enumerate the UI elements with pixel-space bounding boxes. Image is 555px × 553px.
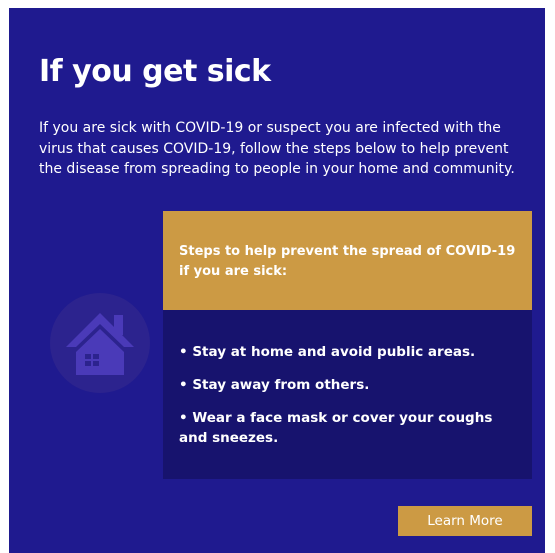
list-item: • Stay at home and avoid public areas. xyxy=(179,344,476,360)
intro-text: If you are sick with COVID-19 or suspect… xyxy=(39,120,515,177)
steps-card-header: Steps to help prevent the spread of COVI… xyxy=(163,211,532,310)
page-title: If you get sick xyxy=(39,54,271,89)
list-item: • Wear a face mask or cover your coughs … xyxy=(179,410,493,446)
steps-list: • Stay at home and avoid public areas. •… xyxy=(179,342,518,448)
learn-more-button[interactable]: Learn More xyxy=(398,506,532,536)
house-icon xyxy=(66,313,134,375)
list-item: • Stay away from others. xyxy=(179,377,370,393)
home-icon-badge xyxy=(50,293,150,393)
steps-card-heading: Steps to help prevent the spread of COVI… xyxy=(179,244,516,279)
steps-card-body: • Stay at home and avoid public areas. •… xyxy=(163,310,532,479)
info-panel: If you get sick If you are sick with COV… xyxy=(9,8,545,553)
